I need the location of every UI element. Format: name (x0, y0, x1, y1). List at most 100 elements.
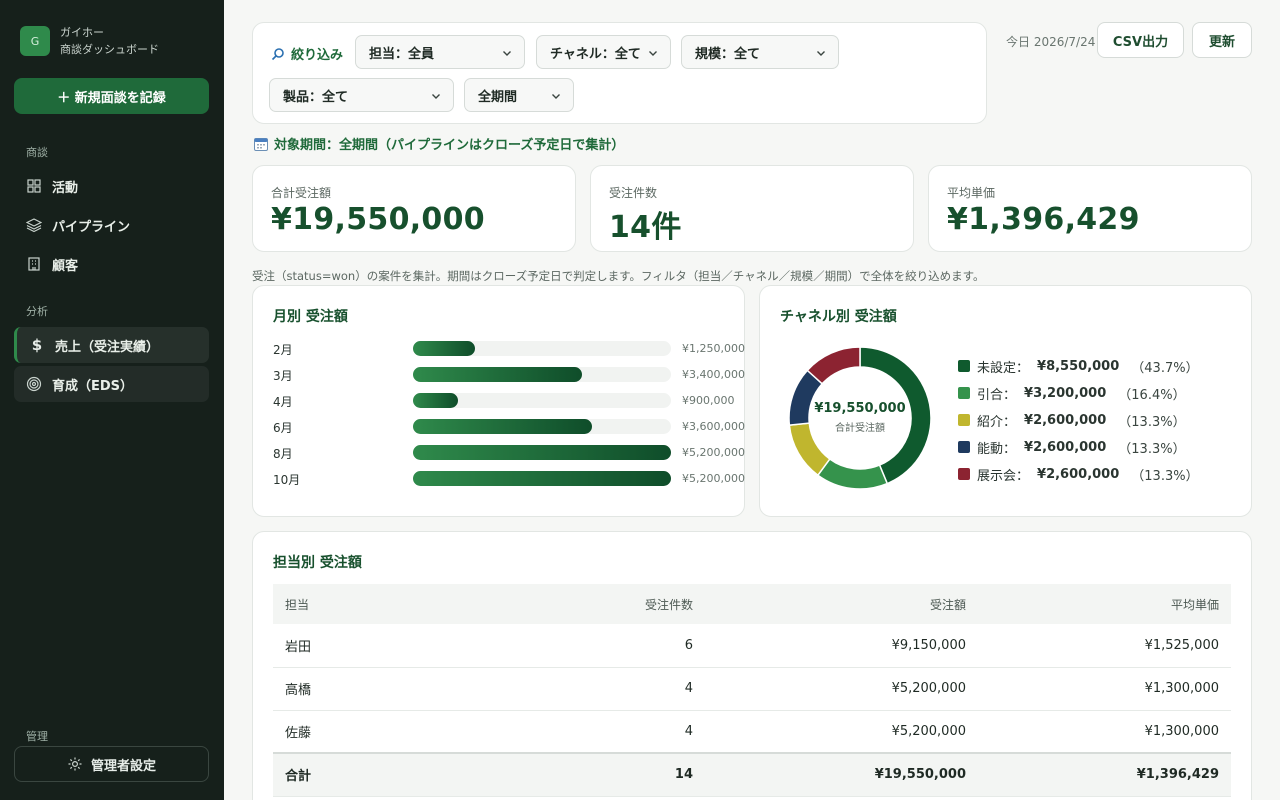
section-label-analysis: 分析 (26, 305, 48, 318)
product-select[interactable]: 製品：全て (269, 78, 454, 112)
amount-cell: ¥5,200,000 (705, 667, 978, 711)
aggregation-note: 受注（status=won）の案件を集計。期間はクローズ予定日で判定します。フィ… (252, 269, 985, 283)
period-select-value: 全期間 (478, 89, 518, 105)
sidebar: G ガイホー 商談ダッシュボード ＋ 新規面談を記録 商談 活動 パイプライン … (0, 0, 224, 800)
legend-percent: （13.3%） (1118, 441, 1186, 457)
bar-category-label: 10月 (273, 473, 301, 487)
owner-name-cell: 岩田 (273, 624, 493, 668)
sidebar-item-nurture[interactable]: 育成（EDS） (14, 366, 209, 402)
calendar-icon (254, 137, 268, 151)
kpi-label: 平均単価 (947, 186, 996, 200)
bar (413, 419, 592, 434)
bar-row: 2月 ¥1,250,000 (273, 338, 745, 358)
owner-name-cell: 高橋 (273, 667, 493, 711)
bar-track (413, 341, 671, 356)
legend-value: ¥3,200,000 (1024, 385, 1107, 401)
amount-cell: ¥5,200,000 (705, 710, 978, 754)
bar-value-label: ¥5,200,000 (682, 472, 745, 485)
table-row: 佐藤 4 ¥5,200,000 ¥1,300,000 (273, 710, 1231, 754)
sidebar-item-activity[interactable]: 活動 (14, 168, 209, 204)
legend-item: 能動： ¥2,600,000 （13.3%） (958, 437, 1186, 457)
legend-category: 能動 (977, 441, 1004, 457)
bar-value-label: ¥3,400,000 (682, 368, 745, 381)
bar-value-label: ¥1,250,000 (682, 342, 745, 355)
bar-track (413, 367, 671, 382)
bar (413, 367, 582, 382)
legend-percent: （16.4%） (1118, 387, 1186, 403)
filter-panel: 絞り込み 担当：全員 チャネル：全て 規模：全て 製品：全て 全期間 (252, 22, 987, 124)
kpi-value: 14件 (609, 210, 682, 245)
kpi-label: 受注件数 (609, 186, 658, 200)
legend-percent: （13.3%） (1131, 468, 1199, 484)
bar-track (413, 471, 671, 486)
donut-slice (816, 458, 889, 490)
dollar-icon: $ (31, 336, 43, 354)
sidebar-item-pipeline[interactable]: パイプライン (14, 207, 209, 243)
legend-swatch (958, 468, 970, 480)
bar-value-label: ¥3,600,000 (682, 420, 745, 433)
bar (413, 341, 476, 356)
bar-row: 6月 ¥3,600,000 (273, 416, 745, 436)
chevron-down-icon (502, 47, 512, 62)
legend-category: 紹介 (977, 414, 1004, 430)
column-header-owner[interactable]: 担当 (273, 584, 493, 624)
column-header-average[interactable]: 平均単価 (978, 584, 1231, 624)
refresh-button[interactable]: 更新 (1192, 22, 1252, 58)
bar-category-label: 6月 (273, 421, 293, 435)
gear-icon (67, 756, 83, 772)
average-cell: ¥1,300,000 (978, 710, 1231, 754)
bar-category-label: 3月 (273, 369, 293, 383)
kpi-value: ¥1,396,429 (947, 202, 1140, 237)
owner-select[interactable]: 担当：全員 (355, 35, 525, 69)
chevron-down-icon (551, 90, 561, 105)
bar-track (413, 445, 671, 460)
search-icon (271, 47, 285, 61)
filter-label: 絞り込み (271, 44, 343, 63)
bar (413, 471, 671, 486)
legend-category: 未設定 (977, 360, 1017, 376)
channel-select-value: チャネル：全て (550, 46, 641, 62)
legend-value: ¥2,600,000 (1024, 412, 1107, 428)
bar-row: 8月 ¥5,200,000 (273, 442, 745, 462)
brand: G ガイホー 商談ダッシュボード (20, 24, 159, 58)
bar-value-label: ¥5,200,000 (682, 446, 745, 459)
donut-center-label: 合計受注額 (835, 423, 885, 434)
legend-swatch (958, 414, 970, 426)
legend-item: 展示会： ¥2,600,000 （13.3%） (958, 464, 1199, 484)
channel-select[interactable]: チャネル：全て (536, 35, 671, 69)
deal-count-cell: 6 (493, 624, 705, 668)
building-icon (26, 256, 42, 272)
sidebar-item-label: 売上（受注実績） (55, 339, 160, 355)
column-header-amount[interactable]: 受注額 (705, 584, 978, 624)
new-meeting-button[interactable]: ＋ 新規面談を記録 (14, 78, 209, 114)
sidebar-item-sales[interactable]: $ 売上（受注実績） (14, 327, 209, 363)
legend-value: ¥2,600,000 (1024, 439, 1107, 455)
owner-sales-card: 担当別 受注額 担当 受注件数 受注額 平均単価 岩田 6 ¥9,150,000… (252, 531, 1252, 800)
bar-category-label: 4月 (273, 395, 293, 409)
period-select[interactable]: 全期間 (464, 78, 574, 112)
admin-settings-label: 管理者設定 (90, 758, 156, 774)
owner-sales-table: 担当 受注件数 受注額 平均単価 岩田 6 ¥9,150,000 ¥1,525,… (273, 584, 1231, 797)
total-average-cell: ¥1,396,429 (978, 752, 1231, 797)
filter-label-text: 絞り込み (291, 48, 344, 63)
amount-cell: ¥9,150,000 (705, 624, 978, 668)
total-count-cell: 14 (493, 752, 705, 797)
today-date: 今日 2026/7/24 (1006, 35, 1096, 49)
scale-select[interactable]: 規模：全て (681, 35, 839, 69)
legend-separator: ： (1016, 468, 1030, 484)
layers-icon (26, 217, 42, 233)
csv-export-button[interactable]: CSV出力 (1097, 22, 1184, 58)
average-cell: ¥1,300,000 (978, 667, 1231, 711)
admin-settings-button[interactable]: 管理者設定 (14, 746, 209, 782)
kpi-average-price: 平均単価 ¥1,396,429 (928, 165, 1252, 252)
owner-select-value: 担当：全員 (369, 46, 435, 62)
legend-percent: （43.7%） (1131, 360, 1199, 376)
brand-name: ガイホー (60, 26, 104, 39)
channel-chart-title: チャネル別 受注額 (780, 309, 897, 325)
legend-category: 展示会 (977, 468, 1017, 484)
chevron-down-icon (816, 47, 826, 62)
column-header-count[interactable]: 受注件数 (493, 584, 705, 624)
sidebar-item-customers[interactable]: 顧客 (14, 246, 209, 282)
sidebar-item-label: パイプライン (52, 219, 131, 235)
total-label-cell: 合計 (273, 752, 493, 797)
